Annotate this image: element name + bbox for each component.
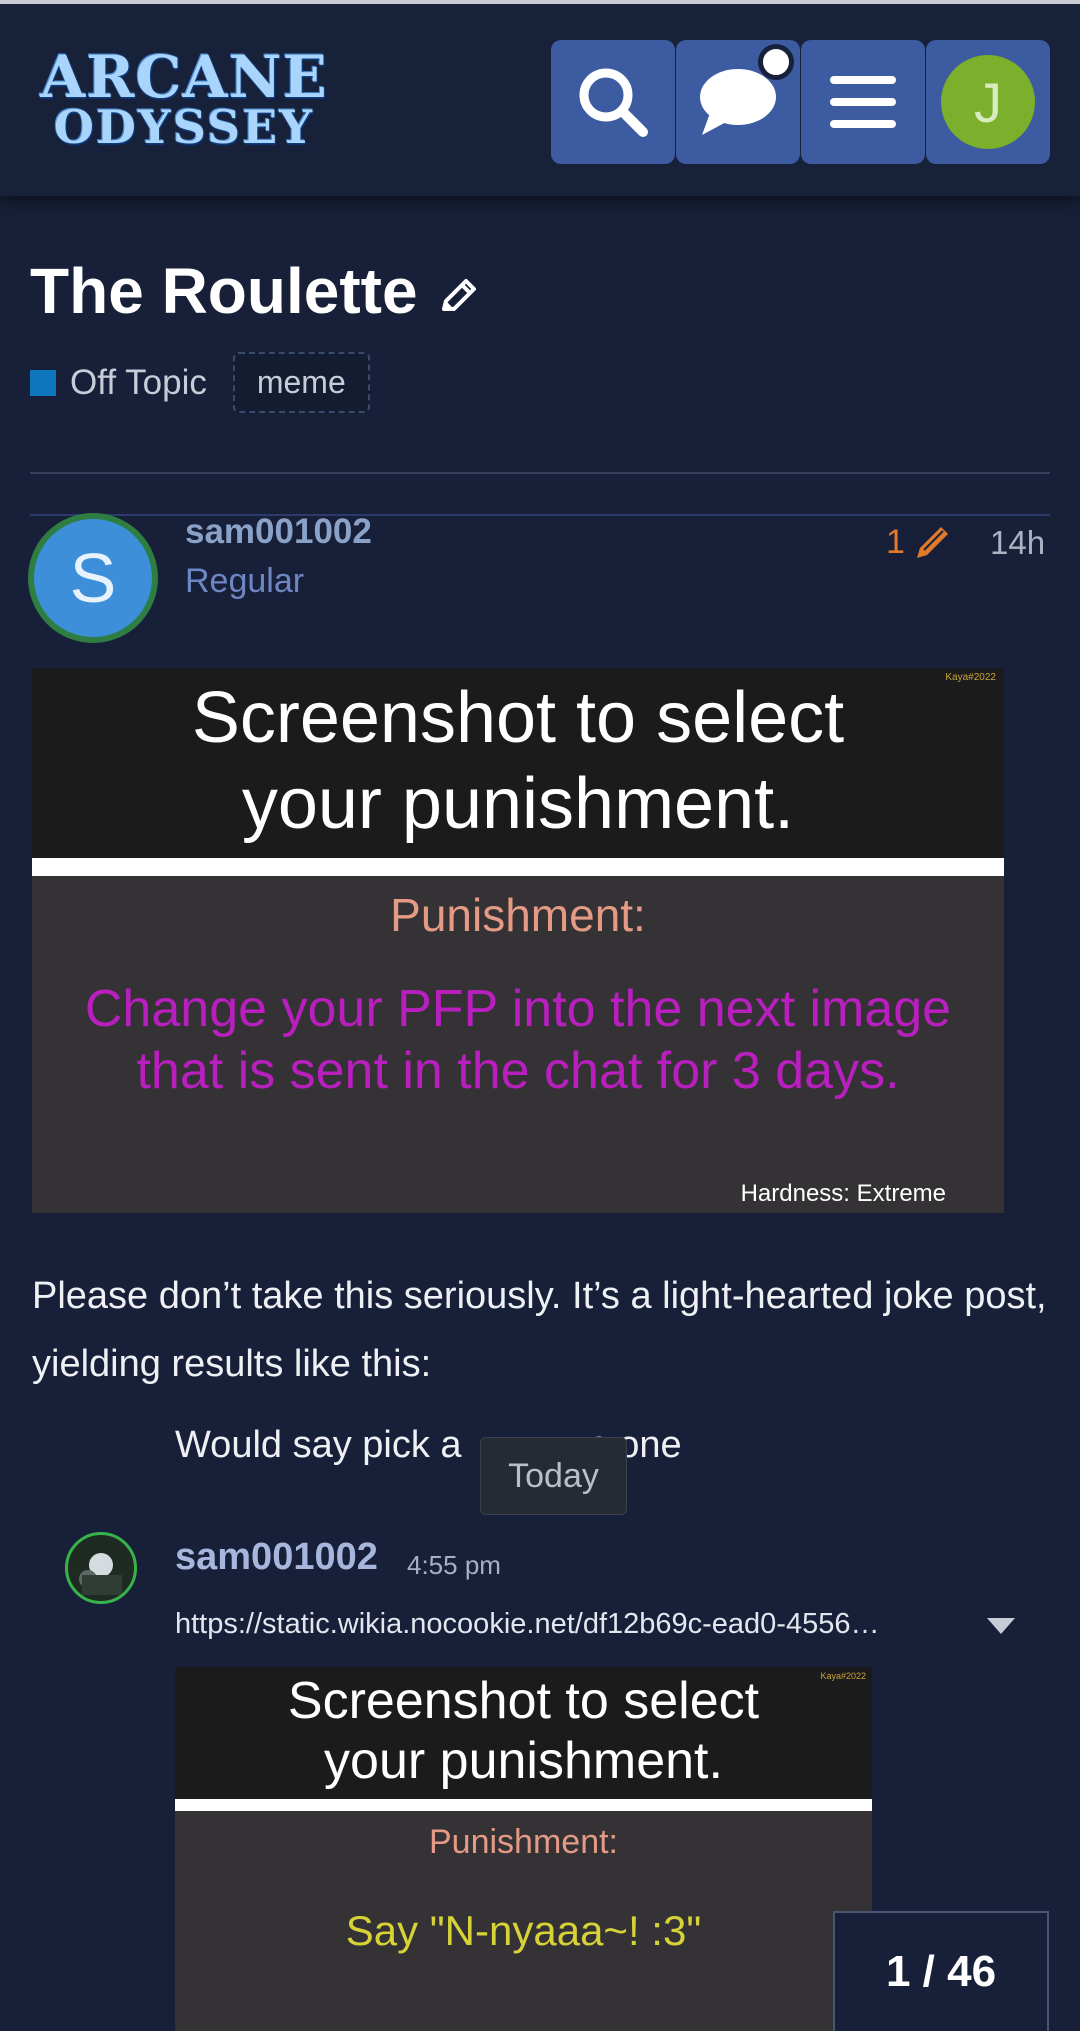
chat-timestamp[interactable]: 4:55 pm bbox=[407, 1550, 501, 1581]
edit-count: 1 bbox=[886, 522, 905, 561]
post-author-title: Regular bbox=[185, 562, 305, 600]
post-author-avatar[interactable]: S bbox=[28, 513, 158, 643]
menu-button[interactable] bbox=[801, 40, 925, 164]
divider bbox=[30, 472, 1050, 474]
chat-author-name[interactable]: sam001002 bbox=[175, 1536, 378, 1579]
hamburger-menu-icon bbox=[830, 76, 896, 128]
category-color-icon bbox=[30, 369, 56, 396]
date-separator-tooltip: Today bbox=[480, 1437, 627, 1515]
topic-title-row: The Roulette bbox=[30, 246, 482, 336]
tag-meme[interactable]: meme bbox=[232, 352, 370, 413]
edit-history-button[interactable]: 1 bbox=[886, 520, 955, 564]
chevron-down-icon[interactable] bbox=[985, 1616, 1017, 1636]
chat-button[interactable] bbox=[676, 40, 800, 164]
post-image[interactable]: Screenshot to select your punishment. Ka… bbox=[32, 668, 1004, 1213]
search-icon bbox=[579, 68, 648, 137]
post-body: Please don’t take this seriously. It’s a… bbox=[32, 1275, 1047, 1385]
chat-image[interactable]: Screenshot to select your punishment. Ka… bbox=[175, 1667, 872, 2031]
user-menu-button[interactable]: J bbox=[926, 40, 1050, 164]
page-title: The Roulette bbox=[30, 255, 418, 327]
notification-dot bbox=[758, 44, 794, 80]
topic-meta: Off Topic meme bbox=[30, 352, 370, 413]
pencil-icon bbox=[916, 527, 948, 558]
post-top-border bbox=[30, 514, 1050, 516]
user-avatar: J bbox=[941, 55, 1035, 149]
site-logo[interactable]: ARCANE ODYSSEY bbox=[34, 48, 334, 158]
category-link[interactable]: Off Topic bbox=[70, 363, 207, 403]
topic-progress-indicator[interactable]: 1 / 46 bbox=[833, 1911, 1049, 2031]
edit-pencil-icon[interactable] bbox=[436, 273, 482, 319]
post-age[interactable]: 14h bbox=[990, 524, 1045, 562]
search-button[interactable] bbox=[551, 40, 675, 164]
chat-author-avatar[interactable] bbox=[65, 1532, 137, 1604]
chat-link[interactable]: https://static.wikia.nocookie.net/df12b6… bbox=[175, 1608, 955, 1641]
site-header: ARCANE ODYSSEY J bbox=[0, 0, 1080, 196]
post-author-name[interactable]: sam001002 bbox=[185, 512, 372, 552]
